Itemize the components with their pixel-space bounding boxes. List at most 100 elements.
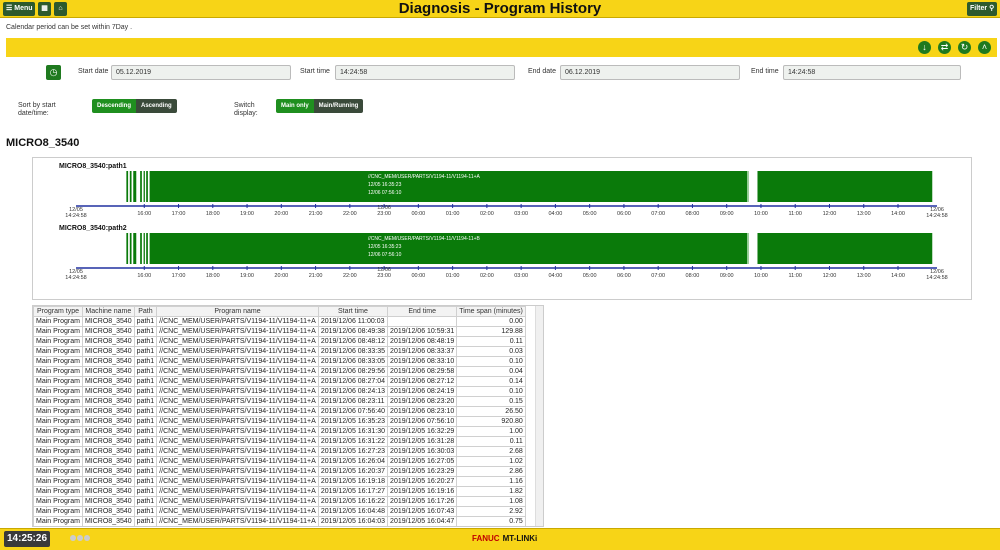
column-header[interactable]: Time span (minutes) bbox=[456, 306, 526, 317]
sort-descending-option[interactable]: Descending bbox=[92, 99, 137, 113]
table-row[interactable]: Main ProgramMICRO8_3540path1//CNC_MEM/US… bbox=[33, 366, 526, 377]
table-cell: Main Program bbox=[33, 476, 83, 487]
table-row[interactable]: Main ProgramMICRO8_3540path1//CNC_MEM/US… bbox=[33, 436, 526, 447]
table-row[interactable]: Main ProgramMICRO8_3540path1//CNC_MEM/US… bbox=[33, 476, 526, 487]
table-cell: //CNC_MEM/USER/PARTS/V1194-11/V1194-11+A bbox=[156, 456, 319, 467]
table-cell: path1 bbox=[133, 486, 158, 497]
table-cell: MICRO8_3540 bbox=[81, 426, 135, 437]
sort-label: Sort by start date/time: bbox=[18, 102, 56, 117]
switch-display-label: Switch display: bbox=[234, 102, 258, 117]
table-cell: 129.88 bbox=[456, 326, 526, 337]
table-row[interactable]: Main ProgramMICRO8_3540path1//CNC_MEM/US… bbox=[33, 386, 526, 397]
calendar-info-text: Calendar period can be set within 7Day . bbox=[6, 24, 133, 31]
table-cell: 26.50 bbox=[456, 406, 526, 417]
day-marker: 12/06 bbox=[377, 267, 391, 273]
tick-label: 19:00 bbox=[240, 273, 254, 279]
timeline-bar bbox=[140, 171, 142, 202]
table-cell: 920.80 bbox=[456, 416, 526, 427]
sort-ascending-option[interactable]: Ascending bbox=[136, 99, 177, 113]
table-row[interactable]: Main ProgramMICRO8_3540path1//CNC_MEM/US… bbox=[33, 426, 526, 437]
sync-button[interactable]: ⇄ bbox=[938, 41, 951, 54]
menu-button[interactable]: ☰ Menu bbox=[3, 2, 35, 16]
table-row[interactable]: Main ProgramMICRO8_3540path1//CNC_MEM/US… bbox=[33, 326, 526, 337]
table-cell: MICRO8_3540 bbox=[82, 527, 134, 528]
table-row[interactable]: Main ProgramMICRO8_3540path1//CNC_MEM/US… bbox=[33, 396, 526, 407]
table-cell: 2019/12/06 08:27:12 bbox=[387, 376, 458, 387]
table-row[interactable]: Main ProgramMICRO8_3540path1//CNC_MEM/US… bbox=[33, 376, 526, 387]
tick-label: 14:00 bbox=[891, 273, 905, 279]
table-cell: Main Program bbox=[33, 406, 83, 417]
column-header[interactable]: Start time bbox=[317, 306, 389, 317]
table-cell: //CNC_MEM/USER/PARTS/V1194-11/V1194-11+A bbox=[156, 406, 319, 417]
table-cell: Main Program bbox=[33, 386, 83, 397]
main-running-option[interactable]: Main/Running bbox=[313, 99, 364, 113]
table-row[interactable]: Main ProgramMICRO8_3540path1//CNC_MEM/US… bbox=[33, 316, 526, 327]
collapse-button[interactable]: ˄ bbox=[978, 41, 991, 54]
table-row[interactable]: Main ProgramMICRO8_3540path1//CNC_MEM/US… bbox=[33, 496, 526, 507]
download-button[interactable]: ↓ bbox=[918, 41, 931, 54]
tick-label: 07:00 bbox=[651, 211, 665, 217]
bar-annotation: //CNC_MEM/USER/PARTS/V1194-11/V1194-11+A bbox=[368, 174, 481, 180]
table-cell: MICRO8_3540 bbox=[81, 346, 135, 357]
grid-button[interactable]: ▦ bbox=[38, 2, 51, 16]
menu-button-label: Menu bbox=[14, 5, 33, 12]
column-header[interactable]: Machine name bbox=[81, 306, 135, 317]
table-cell: Main Program bbox=[33, 356, 83, 367]
table-cell: 2019/12/06 11:00:03 bbox=[317, 316, 389, 327]
table-cell: 1.08 bbox=[456, 496, 526, 507]
table-row[interactable]: Main ProgramMICRO8_3540path1//CNC_MEM/US… bbox=[34, 527, 526, 528]
table-cell: path1 bbox=[133, 336, 158, 347]
start-time-field[interactable]: 14:24:58 bbox=[335, 65, 515, 80]
filter-button[interactable]: Filter ⚲ bbox=[967, 2, 997, 16]
table-row[interactable]: Main ProgramMICRO8_3540path1//CNC_MEM/US… bbox=[33, 516, 526, 526]
column-header[interactable]: Path bbox=[133, 306, 158, 317]
table-cell: 2019/12/05 16:16:22 bbox=[317, 496, 389, 507]
table-row[interactable]: Main ProgramMICRO8_3540path1//CNC_MEM/US… bbox=[33, 346, 526, 357]
main-only-option[interactable]: Main only bbox=[276, 99, 314, 113]
table-row[interactable]: Main ProgramMICRO8_3540path1//CNC_MEM/US… bbox=[33, 336, 526, 347]
column-header[interactable]: Program type bbox=[33, 306, 83, 317]
tick-label: 04:00 bbox=[549, 211, 563, 217]
table-cell: //CNC_MEM/USER/PARTS/V1194-11/V1194-11+A bbox=[156, 326, 319, 337]
column-header[interactable]: End time bbox=[387, 306, 458, 317]
start-date-field[interactable]: 05.12.2019 bbox=[111, 65, 291, 80]
table-cell: path1 bbox=[133, 366, 158, 377]
table-row[interactable]: Main ProgramMICRO8_3540path1//CNC_MEM/US… bbox=[33, 486, 526, 497]
tick-label: 20:00 bbox=[274, 273, 288, 279]
refresh-button[interactable]: ↻ bbox=[958, 41, 971, 54]
grid-icon: ▦ bbox=[41, 5, 48, 12]
table-row[interactable]: Main ProgramMICRO8_3540path1//CNC_MEM/US… bbox=[33, 356, 526, 367]
table-cell: path1 bbox=[133, 356, 158, 367]
bar-annotation: 12/06 07:56:10 bbox=[368, 252, 402, 258]
table-cell: path1 bbox=[133, 516, 158, 526]
table-cell: 0.75 bbox=[456, 516, 526, 526]
table-row[interactable]: Main ProgramMICRO8_3540path1//CNC_MEM/US… bbox=[33, 506, 526, 517]
clock-button[interactable]: ◷ bbox=[46, 65, 61, 80]
table-cell: 2019/12/05 16:32:29 bbox=[387, 426, 458, 437]
column-header[interactable]: Program name bbox=[156, 306, 319, 317]
table-cell: 2019/12/05 16:30:03 bbox=[387, 446, 458, 457]
table-row[interactable]: Main ProgramMICRO8_3540path1//CNC_MEM/US… bbox=[33, 466, 526, 477]
table-scrollbar[interactable] bbox=[535, 306, 543, 526]
table-cell: Main Program bbox=[33, 396, 83, 407]
table-row[interactable]: Main ProgramMICRO8_3540path1//CNC_MEM/US… bbox=[33, 456, 526, 467]
table-cell: MICRO8_3540 bbox=[81, 406, 135, 417]
table-cell: path1 bbox=[133, 326, 158, 337]
timeline-bar bbox=[143, 171, 145, 202]
home-button[interactable]: ⌂ bbox=[54, 2, 67, 16]
end-date-field[interactable]: 06.12.2019 bbox=[560, 65, 740, 80]
table-cell: 2019/12/06 08:23:11 bbox=[317, 396, 389, 407]
table-cell: path1 bbox=[133, 506, 158, 517]
table-row[interactable]: Main ProgramMICRO8_3540path1//CNC_MEM/US… bbox=[33, 446, 526, 457]
status-dot bbox=[77, 535, 83, 541]
range-end-time: 14:24:58 bbox=[926, 213, 947, 219]
table-row[interactable]: Main ProgramMICRO8_3540path1//CNC_MEM/US… bbox=[33, 406, 526, 417]
table-cell: //CNC_MEM/USER/PARTS/V1194-11/V1194-11+A bbox=[156, 366, 319, 377]
end-time-field[interactable]: 14:24:58 bbox=[783, 65, 961, 80]
table-cell: path1 bbox=[133, 466, 158, 477]
timeline-chart: MICRO8_3540:path1 //CNC_MEM/USER/PARTS/V1… bbox=[32, 157, 972, 300]
clock-display: 14:25:26 bbox=[4, 531, 50, 547]
tick-label: 09:00 bbox=[720, 211, 734, 217]
table-cell: Main Program bbox=[33, 466, 83, 477]
table-row[interactable]: Main ProgramMICRO8_3540path1//CNC_MEM/US… bbox=[33, 416, 526, 427]
